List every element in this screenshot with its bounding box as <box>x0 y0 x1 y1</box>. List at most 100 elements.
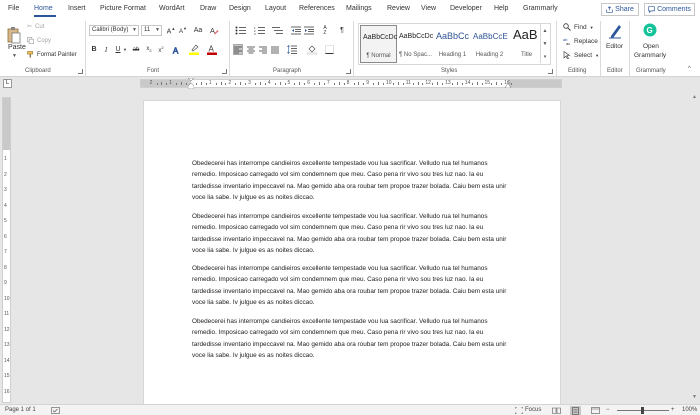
tab-file[interactable]: File <box>8 5 19 12</box>
styles-launcher-icon[interactable] <box>548 69 553 74</box>
select-button[interactable]: Select ▼ <box>563 51 599 59</box>
select-dropdown-icon[interactable]: ▼ <box>595 53 599 58</box>
style-heading-2[interactable]: AaBbCcE Heading 2 <box>471 25 508 63</box>
tab-selector-icon[interactable]: L <box>3 79 12 88</box>
increase-indent-button[interactable] <box>304 25 314 36</box>
zoom-in-icon[interactable]: + <box>671 407 675 413</box>
proofing-icon[interactable] <box>51 407 60 414</box>
paragraph[interactable]: Obedecerei has interrompe candieiros exc… <box>192 211 512 257</box>
font-size-dropdown-icon[interactable]: ▼ <box>155 26 160 35</box>
justify-button[interactable] <box>270 44 280 55</box>
tab-wordart[interactable]: WordArt <box>159 5 185 12</box>
tab-view[interactable]: View <box>421 5 436 12</box>
superscript-button[interactable]: x2 <box>156 44 166 55</box>
find-dropdown-icon[interactable]: ▼ <box>590 25 594 30</box>
align-left-button[interactable] <box>233 44 243 55</box>
web-layout-button[interactable] <box>590 406 601 415</box>
collapse-ribbon-icon[interactable]: ^ <box>688 66 691 72</box>
tab-review[interactable]: Review <box>387 5 410 12</box>
font-color-button[interactable]: A <box>207 44 217 55</box>
tab-draw[interactable]: Draw <box>200 5 216 12</box>
highlight-color-button[interactable] <box>189 44 199 55</box>
style-normal[interactable]: AaBbCcDc ¶ Normal <box>360 25 397 63</box>
paste-button[interactable]: Paste <box>8 44 26 51</box>
styles-scroll-up-icon[interactable]: ▲ <box>540 24 549 37</box>
zoom-level[interactable]: 100% <box>682 407 697 413</box>
change-case-button[interactable]: Aa <box>193 25 203 36</box>
text-effects-button[interactable]: A <box>171 44 181 55</box>
scroll-down-icon[interactable]: ▼ <box>692 394 697 400</box>
styles-scroll-down-icon[interactable]: ▼ <box>540 37 549 50</box>
horizontal-ruler[interactable]: 2 1 1 2 3 4 5 6 7 8 9 10 11 12 13 14 15 16 <box>140 78 562 89</box>
show-formatting-button[interactable]: ¶ <box>337 25 347 36</box>
ruler-tick <box>319 82 321 85</box>
decrease-indent-button[interactable] <box>291 25 301 36</box>
zoom-slider-thumb[interactable] <box>641 407 644 414</box>
page-count[interactable]: Page 1 of 1 <box>5 407 36 413</box>
paragraph-launcher-icon[interactable] <box>346 69 351 74</box>
clipboard-launcher-icon[interactable] <box>78 69 83 74</box>
zoom-out-icon[interactable]: − <box>606 407 610 413</box>
read-mode-button[interactable] <box>551 406 562 415</box>
numbering-button[interactable]: 123 <box>253 25 266 36</box>
open-grammarly-button[interactable]: Open <box>643 43 659 50</box>
bullets-button[interactable] <box>234 25 247 36</box>
scroll-up-icon[interactable]: ▲ <box>692 94 697 100</box>
paste-dropdown-icon[interactable]: ▼ <box>12 53 17 59</box>
underline-dropdown-icon[interactable]: ▼ <box>122 44 128 55</box>
style-heading-1[interactable]: AaBbCc Heading 1 <box>434 25 471 63</box>
paste-icon[interactable] <box>7 26 21 44</box>
vertical-ruler[interactable]: 1 2 3 4 5 6 7 8 9 10 11 12 13 14 15 16 <box>2 97 11 403</box>
focus-button[interactable]: Focus <box>525 407 541 413</box>
tab-design[interactable]: Design <box>229 5 251 12</box>
document-page[interactable]: Obedecerei has interrompe candieiros exc… <box>143 100 561 405</box>
tab-home[interactable]: Home <box>34 5 53 12</box>
tab-layout[interactable]: Layout <box>265 5 286 12</box>
align-center-button[interactable] <box>246 44 256 55</box>
font-name-combo[interactable]: Calibri (Body) ▼ <box>89 25 139 36</box>
tab-help[interactable]: Help <box>494 5 508 12</box>
cut-button[interactable]: ✂ Cut <box>27 23 44 31</box>
right-indent-marker-icon[interactable] <box>505 83 511 88</box>
line-spacing-button[interactable] <box>287 44 297 55</box>
tab-references[interactable]: References <box>299 5 335 12</box>
tab-grammarly[interactable]: Grammarly <box>523 5 558 12</box>
font-name-dropdown-icon[interactable]: ▼ <box>132 26 137 35</box>
comments-button[interactable]: Comments <box>644 3 695 16</box>
sort-button[interactable]: AZ <box>320 25 330 36</box>
clear-formatting-button[interactable]: A <box>209 25 219 36</box>
font-size-combo[interactable]: 11 ▼ <box>141 25 162 36</box>
copy-button[interactable]: Copy <box>27 37 51 44</box>
styles-more-icon[interactable]: ▾ <box>540 50 549 63</box>
strikethrough-button[interactable]: ab <box>131 44 141 55</box>
tab-developer[interactable]: Developer <box>450 5 482 12</box>
paragraph[interactable]: Obedecerei has interrompe candieiros exc… <box>192 263 512 309</box>
paragraph[interactable]: Obedecerei has interrompe candieiros exc… <box>192 158 512 204</box>
multilevel-list-button[interactable] <box>271 25 284 36</box>
tab-insert[interactable]: Insert <box>68 5 86 12</box>
align-right-button[interactable] <box>258 44 268 55</box>
find-button[interactable]: Find ▼ <box>563 23 594 31</box>
borders-button[interactable] <box>324 44 334 55</box>
tab-picture-format[interactable]: Picture Format <box>100 5 146 12</box>
font-launcher-icon[interactable] <box>222 69 227 74</box>
italic-button[interactable]: I <box>101 44 111 55</box>
shading-button[interactable] <box>307 44 317 55</box>
editor-icon[interactable] <box>608 23 622 39</box>
paragraph[interactable]: Obedecerei has interrompe candieiros exc… <box>192 316 512 362</box>
editor-button[interactable]: Editor <box>606 43 623 50</box>
format-painter-button[interactable]: Format Painter <box>27 51 77 58</box>
style-no-spacing[interactable]: AaBbCcDc ¶ No Spac... <box>397 25 434 63</box>
grammarly-icon[interactable]: G <box>643 23 657 37</box>
indent-marker-icon[interactable] <box>188 78 194 89</box>
tab-mailings[interactable]: Mailings <box>346 5 372 12</box>
shrink-font-button[interactable]: A▼ <box>178 25 188 36</box>
style-sample: AaBbCcE <box>473 32 508 41</box>
print-layout-button[interactable] <box>570 406 581 415</box>
share-button[interactable]: Share <box>601 3 639 16</box>
subscript-button[interactable]: x2 <box>144 44 154 55</box>
replace-button[interactable]: ab ac Replace <box>563 37 598 45</box>
vertical-scrollbar[interactable]: ▲ ▼ <box>690 92 700 404</box>
bold-button[interactable]: B <box>89 44 99 55</box>
grow-font-button[interactable]: A▲ <box>166 25 176 36</box>
